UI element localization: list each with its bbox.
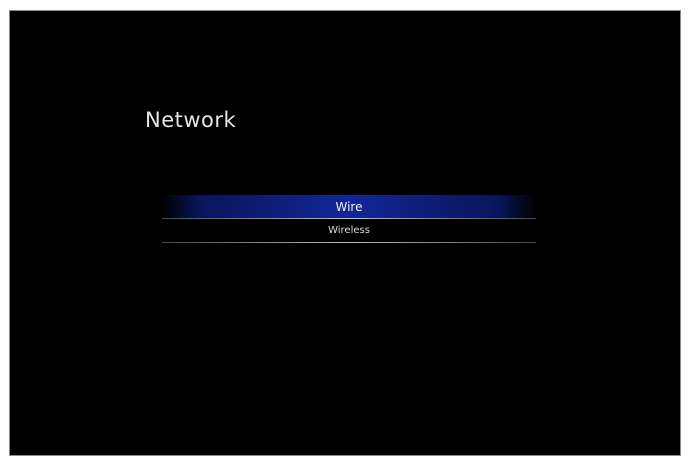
menu-item-label: Wire — [335, 199, 363, 214]
menu-item-wire[interactable]: Wire — [162, 195, 536, 218]
menu-item-wireless[interactable]: Wireless — [162, 219, 536, 242]
menu-divider — [162, 242, 536, 243]
tv-screen: Network Wire Wireless — [9, 10, 681, 456]
network-type-menu: Wire Wireless — [162, 195, 536, 243]
page-title: Network — [145, 108, 237, 132]
menu-item-label: Wireless — [328, 225, 370, 236]
